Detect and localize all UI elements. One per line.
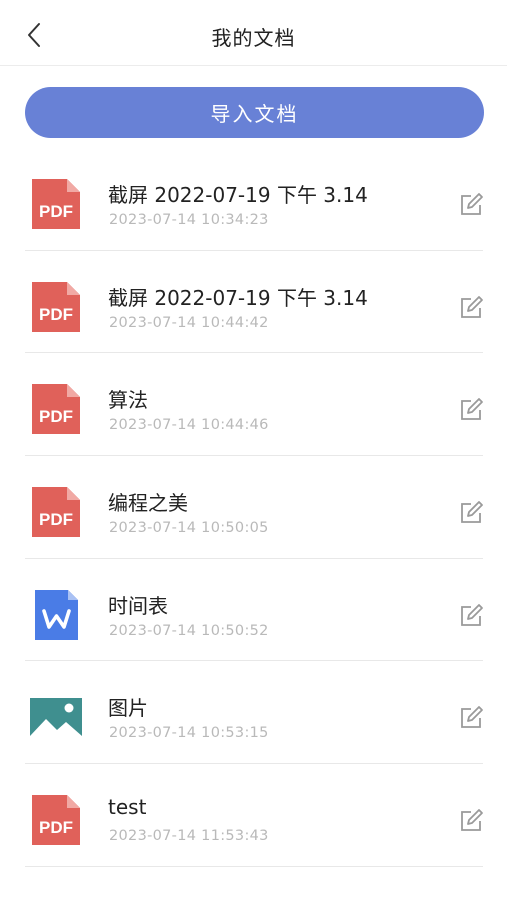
file-time: 2023-07-14 10:50:05 bbox=[109, 520, 269, 537]
file-name: 算法 bbox=[108, 388, 148, 413]
svg-text:PDF: PDF bbox=[39, 305, 73, 324]
file-time: 2023-07-14 10:50:52 bbox=[109, 622, 269, 639]
edit-icon[interactable] bbox=[458, 295, 484, 321]
divider bbox=[25, 865, 483, 867]
import-document-button[interactable]: 导入文档 bbox=[25, 87, 484, 138]
list-item[interactable]: PDF 截屏 2022-07-19 下午 3.14 2023-07-14 10:… bbox=[0, 251, 507, 354]
edit-icon[interactable] bbox=[458, 603, 484, 629]
edit-icon[interactable] bbox=[458, 192, 484, 218]
pdf-icon: PDF bbox=[32, 384, 80, 435]
edit-icon[interactable] bbox=[458, 397, 484, 423]
file-name: 图片 bbox=[108, 696, 148, 721]
pdf-icon: PDF bbox=[32, 795, 80, 846]
file-time: 2023-07-14 10:44:42 bbox=[109, 314, 269, 331]
svg-text:PDF: PDF bbox=[39, 202, 73, 221]
list-item[interactable]: PDF test 2023-07-14 11:53:43 bbox=[0, 764, 507, 867]
word-icon bbox=[35, 589, 78, 640]
edit-icon[interactable] bbox=[458, 705, 484, 731]
file-name: 截屏 2022-07-19 下午 3.14 bbox=[108, 183, 368, 207]
file-name: 编程之美 bbox=[108, 491, 188, 516]
file-time: 2023-07-14 10:44:46 bbox=[109, 417, 269, 434]
image-icon bbox=[30, 698, 82, 737]
svg-text:PDF: PDF bbox=[39, 407, 73, 426]
header-bar: 我的文档 bbox=[0, 0, 507, 66]
pdf-icon: PDF bbox=[32, 487, 80, 538]
edit-icon[interactable] bbox=[458, 500, 484, 526]
file-time: 2023-07-14 10:34:23 bbox=[109, 212, 269, 228]
file-time: 2023-07-14 10:53:15 bbox=[109, 725, 269, 742]
document-list: PDF 截屏 2022-07-19 下午 3.14 2023-07-14 10:… bbox=[0, 148, 507, 867]
svg-text:PDF: PDF bbox=[39, 818, 73, 837]
pdf-icon: PDF bbox=[32, 281, 80, 332]
list-item[interactable]: 时间表 2023-07-14 10:50:52 bbox=[0, 559, 507, 662]
list-item[interactable]: PDF 算法 2023-07-14 10:44:46 bbox=[0, 353, 507, 457]
pdf-icon: PDF bbox=[32, 179, 80, 229]
file-name: 截屏 2022-07-19 下午 3.14 bbox=[108, 285, 368, 310]
list-item[interactable]: 图片 2023-07-14 10:53:15 bbox=[0, 661, 507, 765]
file-name: 时间表 bbox=[108, 593, 168, 618]
svg-text:PDF: PDF bbox=[39, 510, 73, 529]
list-item[interactable]: PDF 截屏 2022-07-19 下午 3.14 2023-07-14 10:… bbox=[0, 148, 507, 251]
edit-icon[interactable] bbox=[458, 808, 484, 834]
file-name: test bbox=[108, 795, 147, 820]
file-time: 2023-07-14 11:53:43 bbox=[109, 828, 269, 845]
page-title: 我的文档 bbox=[211, 26, 296, 50]
list-item[interactable]: PDF 编程之美 2023-07-14 10:50:05 bbox=[0, 456, 507, 559]
